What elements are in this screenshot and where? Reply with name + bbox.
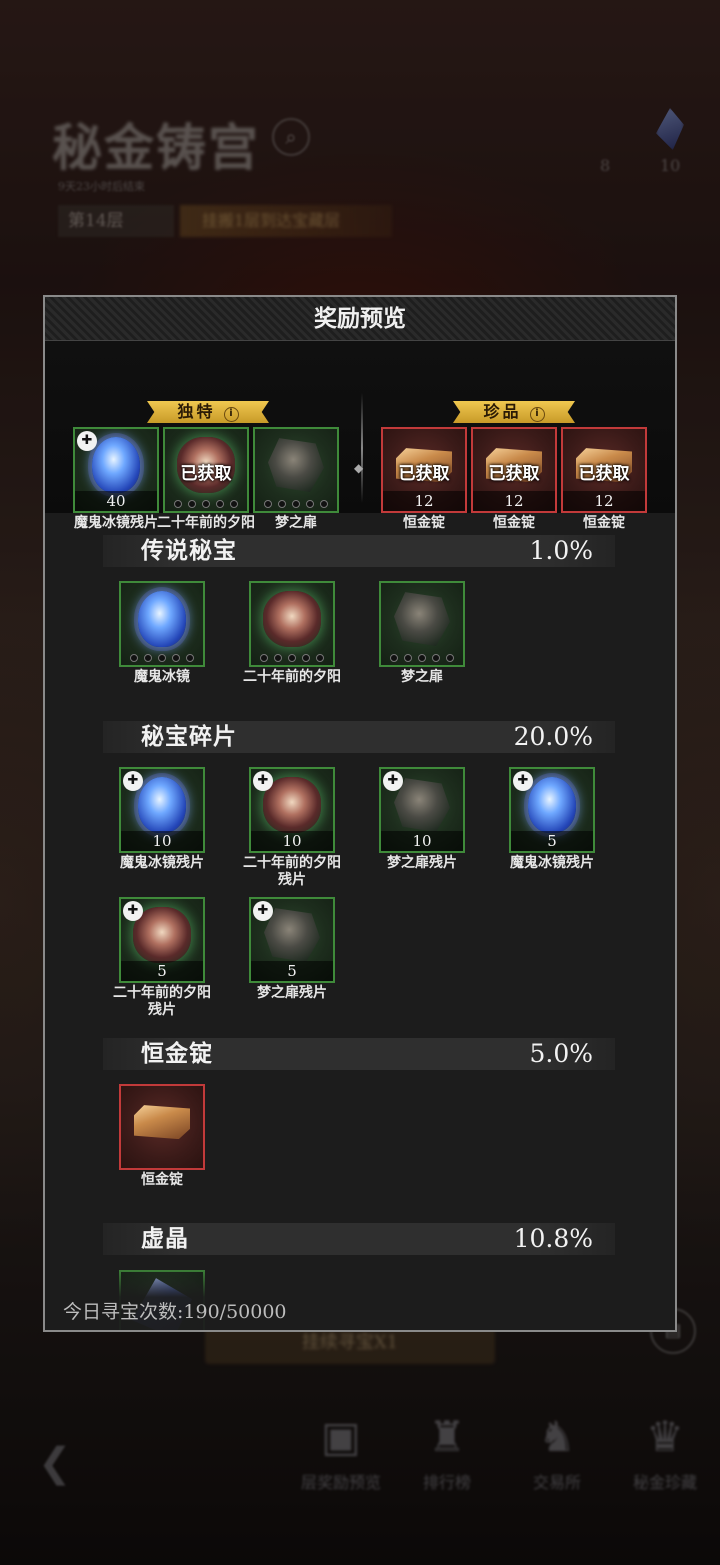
featured-item-ingot[interactable]: 已获取 12 <box>471 427 557 513</box>
ice-mirror-icon <box>138 591 186 648</box>
item-name: 梦之扉残片 <box>257 985 327 1001</box>
daily-hunt-count: 今日寻宝次数:190/50000 <box>63 1297 287 1324</box>
fragment-icon: ✚ <box>253 901 273 921</box>
dream-door-icon <box>268 438 324 493</box>
item-quantity: 10 <box>381 831 463 851</box>
modal-header: 奖励预览 <box>45 297 675 341</box>
item-name: 梦之扉 <box>275 515 317 531</box>
section-name: 秘宝碎片 <box>141 723 237 750</box>
item-quantity: 10 <box>251 831 333 851</box>
reward-item-sunset[interactable] <box>249 581 335 667</box>
featured-rewards: 独特 i 珍品 i ◆ ✚ 40 已获取 魔鬼冰镜残片 二十年前的夕阳 梦之扉 已获… <box>45 341 675 531</box>
item-name: 恒金锭 <box>583 515 625 531</box>
reward-item-sunset-fragment[interactable]: ✚ 5 <box>119 897 205 983</box>
item-quantity: 12 <box>383 491 465 511</box>
item-name: 二十年前的夕阳 <box>243 669 341 685</box>
section-percent: 20.0% <box>513 722 593 751</box>
dream-door-icon <box>264 908 320 963</box>
item-quantity: 12 <box>473 491 555 511</box>
item-quantity: 5 <box>251 961 333 981</box>
section-header-legendary: 传说秘宝 1.0% <box>103 535 615 567</box>
section-header-crystal: 虚晶 10.8% <box>103 1223 615 1255</box>
star-dots <box>255 500 337 508</box>
item-name: 二十年前的夕阳残片 <box>113 985 211 1018</box>
fragment-icon: ✚ <box>253 771 273 791</box>
sunset-icon <box>263 591 321 648</box>
section-percent: 5.0% <box>529 1039 593 1068</box>
fragment-icon: ✚ <box>513 771 533 791</box>
unique-label: 独特 <box>177 402 216 421</box>
featured-item-mirror-fragment[interactable]: ✚ 40 <box>73 427 159 513</box>
item-quantity: 12 <box>563 491 645 511</box>
item-quantity: 5 <box>121 961 203 981</box>
obtained-badge: 已获取 <box>180 464 232 484</box>
fragment-icon: ✚ <box>383 771 403 791</box>
dream-door-icon <box>394 778 450 833</box>
item-name: 魔鬼冰镜残片 <box>120 855 204 871</box>
item-name: 恒金锭 <box>141 1172 183 1188</box>
section-name: 恒金锭 <box>141 1040 213 1067</box>
info-icon[interactable]: i <box>223 407 239 422</box>
fragment-icon: ✚ <box>123 901 143 921</box>
modal-title: 奖励预览 <box>314 305 406 332</box>
reward-preview-modal: 奖励预览 独特 i 珍品 i ◆ ✚ 40 已获取 魔鬼冰镜残片 二十年前的夕阳 梦… <box>43 295 677 1332</box>
featured-item-sunset[interactable]: 已获取 <box>163 427 249 513</box>
gold-ingot-icon <box>134 1105 190 1140</box>
ice-mirror-icon <box>528 777 576 834</box>
reward-item-ice-mirror[interactable] <box>119 581 205 667</box>
star-dots <box>381 654 463 662</box>
reward-item-dream-door[interactable] <box>379 581 465 667</box>
reward-item-sunset-fragment[interactable]: ✚ 10 <box>249 767 335 853</box>
daily-hunt-value: 190/50000 <box>183 1301 287 1323</box>
reward-item-mirror-fragment[interactable]: ✚ 5 <box>509 767 595 853</box>
reward-item-mirror-fragment[interactable]: ✚ 10 <box>119 767 205 853</box>
section-name: 虚晶 <box>141 1225 189 1252</box>
item-name: 魔鬼冰镜残片 <box>510 855 594 871</box>
rare-ribbon[interactable]: 珍品 i <box>453 401 575 423</box>
obtained-badge: 已获取 <box>578 464 630 484</box>
section-percent: 10.8% <box>513 1224 593 1253</box>
section-header-fragments: 秘宝碎片 20.0% <box>103 721 615 753</box>
divider-ornament-icon: ◆ <box>354 461 364 475</box>
obtained-badge: 已获取 <box>488 464 540 484</box>
item-name: 二十年前的夕阳残片 <box>243 855 341 888</box>
item-quantity: 10 <box>121 831 203 851</box>
item-name: 梦之扉残片 <box>387 855 457 871</box>
reward-item-door-fragment[interactable]: ✚ 10 <box>379 767 465 853</box>
section-name: 传说秘宝 <box>141 537 237 564</box>
fragment-icon: ✚ <box>123 771 143 791</box>
item-quantity: 40 <box>75 491 157 511</box>
section-percent: 1.0% <box>529 536 593 565</box>
star-dots <box>121 654 203 662</box>
ice-mirror-icon <box>92 437 140 494</box>
rare-label: 珍品 <box>483 402 522 421</box>
item-quantity: 5 <box>511 831 593 851</box>
ice-mirror-icon <box>138 777 186 834</box>
star-dots <box>251 654 333 662</box>
obtained-badge: 已获取 <box>398 464 450 484</box>
info-icon[interactable]: i <box>529 407 545 422</box>
daily-hunt-label: 今日寻宝次数: <box>63 1301 184 1323</box>
dream-door-icon <box>394 592 450 647</box>
item-name: 魔鬼冰镜 <box>134 669 190 685</box>
reward-item-ingot[interactable] <box>119 1084 205 1170</box>
unique-ribbon[interactable]: 独特 i <box>147 401 269 423</box>
featured-item-ingot[interactable]: 已获取 12 <box>381 427 467 513</box>
fragment-icon: ✚ <box>77 431 97 451</box>
featured-item-ingot[interactable]: 已获取 12 <box>561 427 647 513</box>
featured-divider <box>361 393 363 503</box>
featured-item-dream-door[interactable] <box>253 427 339 513</box>
item-name: 梦之扉 <box>401 669 443 685</box>
star-dots <box>165 500 247 508</box>
reward-item-door-fragment[interactable]: ✚ 5 <box>249 897 335 983</box>
section-header-ingot: 恒金锭 5.0% <box>103 1038 615 1070</box>
